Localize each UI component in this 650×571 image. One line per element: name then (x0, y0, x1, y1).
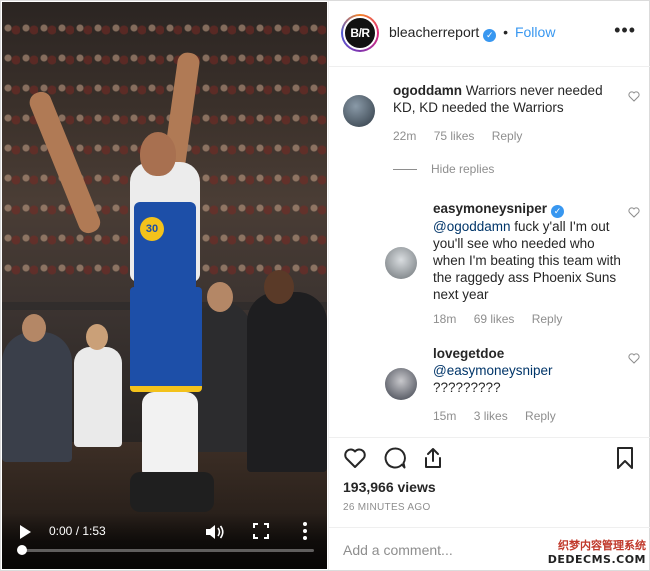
video-progress-thumb[interactable] (17, 545, 27, 555)
like-heart-icon[interactable] (628, 91, 640, 102)
verified-badge-icon: ✓ (551, 205, 565, 218)
story-ring[interactable]: B/R (341, 14, 379, 52)
comment-meta: 22m 75 likes Reply (393, 129, 536, 143)
reply-button[interactable]: Reply (532, 312, 563, 326)
comment-bubble-icon[interactable] (383, 446, 407, 470)
video-controls: 0:00 / 1:53 (2, 513, 327, 569)
hide-replies-label: Hide replies (431, 162, 495, 176)
verified-badge-icon: ✓ (483, 29, 497, 42)
player-head (140, 132, 176, 176)
account-avatar[interactable]: B/R (343, 16, 377, 50)
watermark-line2: DEDECMS.COM (547, 553, 646, 566)
hide-replies-button[interactable]: Hide replies (393, 162, 494, 176)
crowd-background (2, 22, 327, 36)
commenter-avatar[interactable] (343, 95, 375, 127)
comment-text: lovegetdoe @easymoneysniper ????????? (433, 345, 623, 396)
player-shorts (130, 287, 202, 392)
comment-body: ????????? (433, 380, 501, 395)
spectator-head (22, 314, 46, 342)
video-player[interactable]: 30 0:00 / 1:53 (2, 2, 327, 569)
post-side-panel: B/R bleacherreport ✓ • Follow ••• ogoddam… (328, 1, 650, 570)
comment-likes[interactable]: 69 likes (474, 312, 515, 326)
site-watermark: 织梦内容管理系统 DEDECMS.COM (548, 537, 646, 566)
player-legs (142, 392, 198, 482)
comment-mention[interactable]: @easymoneysniper (433, 363, 553, 378)
comment-likes[interactable]: 75 likes (434, 129, 475, 143)
comments-list: ogoddamn Warriors never needed KD, KD ne… (329, 67, 650, 437)
volume-icon[interactable] (205, 523, 225, 541)
comment-meta: 18m 69 likes Reply (433, 312, 576, 326)
spectator (247, 292, 327, 472)
comment-time[interactable]: 18m (433, 312, 456, 326)
author-username[interactable]: bleacherreport (389, 24, 479, 40)
player-jersey (134, 202, 196, 292)
more-vertical-icon[interactable] (302, 521, 308, 541)
video-time: 0:00 / 1:53 (49, 524, 106, 538)
comment-text: easymoneysniper ✓ @ogoddamn fuck y'all I'… (433, 200, 623, 303)
reply-button[interactable]: Reply (492, 129, 523, 143)
follow-button[interactable]: Follow (515, 24, 555, 40)
like-heart-icon[interactable] (343, 446, 367, 470)
fullscreen-icon[interactable] (253, 523, 269, 539)
jersey-number: 30 (140, 217, 164, 241)
comment-time[interactable]: 22m (393, 129, 416, 143)
watermark-line1: 织梦内容管理系统 (558, 539, 646, 552)
share-upload-icon[interactable] (421, 446, 445, 470)
post-timestamp[interactable]: 26 MINUTES AGO (343, 502, 431, 513)
add-comment-bar: 织梦内容管理系统 DEDECMS.COM (329, 527, 650, 570)
reply-button[interactable]: Reply (525, 409, 556, 423)
bookmark-save-icon[interactable] (613, 446, 637, 470)
post-header: B/R bleacherreport ✓ • Follow ••• (329, 1, 650, 67)
video-progress-track[interactable] (17, 545, 314, 555)
play-icon[interactable] (20, 525, 31, 539)
spectator (2, 332, 72, 462)
comment-username[interactable]: easymoneysniper (433, 201, 547, 216)
comment-mention[interactable]: @ogoddamn (433, 219, 511, 234)
like-heart-icon[interactable] (628, 207, 640, 218)
commenter-avatar[interactable] (385, 368, 417, 400)
post-author: bleacherreport ✓ • Follow (389, 24, 555, 42)
comment-username[interactable]: ogoddamn (393, 83, 462, 98)
comment-text: ogoddamn Warriors never needed KD, KD ne… (393, 82, 623, 116)
comment-meta: 15m 3 likes Reply (433, 409, 570, 423)
spectator-head (264, 270, 294, 304)
separator-dot: • (503, 24, 509, 40)
hide-replies-line (393, 169, 417, 171)
like-heart-icon[interactable] (628, 353, 640, 364)
player-shoes (130, 472, 214, 512)
comment-username[interactable]: lovegetdoe (433, 346, 504, 361)
more-options-icon[interactable]: ••• (614, 21, 636, 39)
comment-likes[interactable]: 3 likes (474, 409, 508, 423)
commenter-avatar[interactable] (385, 247, 417, 279)
view-count[interactable]: 193,966 views (343, 479, 436, 495)
post-actions: 193,966 views 26 MINUTES AGO (329, 437, 650, 527)
comment-time[interactable]: 15m (433, 409, 456, 423)
player-figure: 30 (26, 42, 242, 532)
